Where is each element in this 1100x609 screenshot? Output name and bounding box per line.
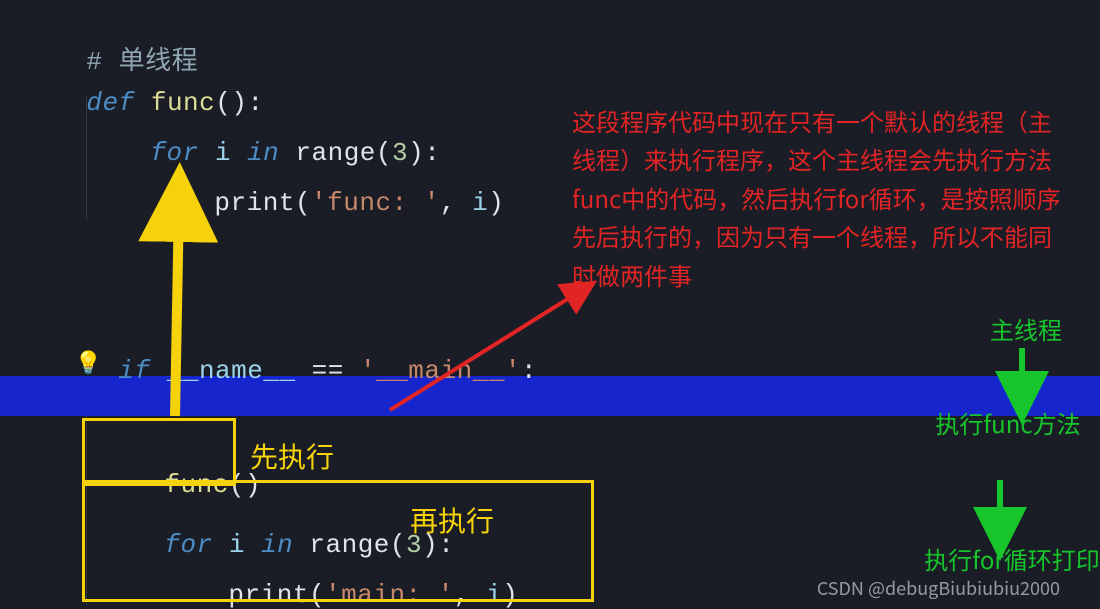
colon: : bbox=[521, 356, 537, 386]
highlight-box-func-call bbox=[82, 418, 236, 486]
paren: ) bbox=[488, 188, 504, 218]
kw-if: if bbox=[118, 356, 150, 386]
watermark: CSDN @debugBiubiubiu2000 bbox=[817, 575, 1060, 601]
comma: , bbox=[440, 188, 456, 218]
annotation-second-exec: 再执行 bbox=[410, 498, 494, 543]
dunder-name: __name__ bbox=[167, 356, 296, 386]
annotation-explanation: 这段程序代码中现在只有一个默认的线程（主线程）来执行程序，这个主线程会先执行方法… bbox=[572, 102, 1068, 294]
flow-main-thread: 主线程 bbox=[990, 310, 1062, 348]
flow-exec-func: 执行func方法 bbox=[918, 404, 1098, 442]
string: '__main__' bbox=[360, 356, 521, 386]
paren: ( bbox=[295, 188, 311, 218]
operator-eq: == bbox=[296, 356, 360, 386]
annotation-first-exec: 先执行 bbox=[250, 434, 334, 479]
code-if-main: if __name__ == '__main__': bbox=[54, 326, 537, 416]
flow-exec-for: 执行for循环打印 bbox=[922, 540, 1100, 578]
code-print-func: print('func: ', i) bbox=[150, 158, 504, 248]
builtin-print: print bbox=[214, 188, 295, 218]
string: 'func: ' bbox=[311, 188, 440, 218]
highlight-box-for-loop bbox=[82, 480, 594, 602]
var-i: i bbox=[472, 188, 488, 218]
code-editor-viewport: # 单线程 def func(): for i in range(3): pri… bbox=[0, 0, 1100, 609]
